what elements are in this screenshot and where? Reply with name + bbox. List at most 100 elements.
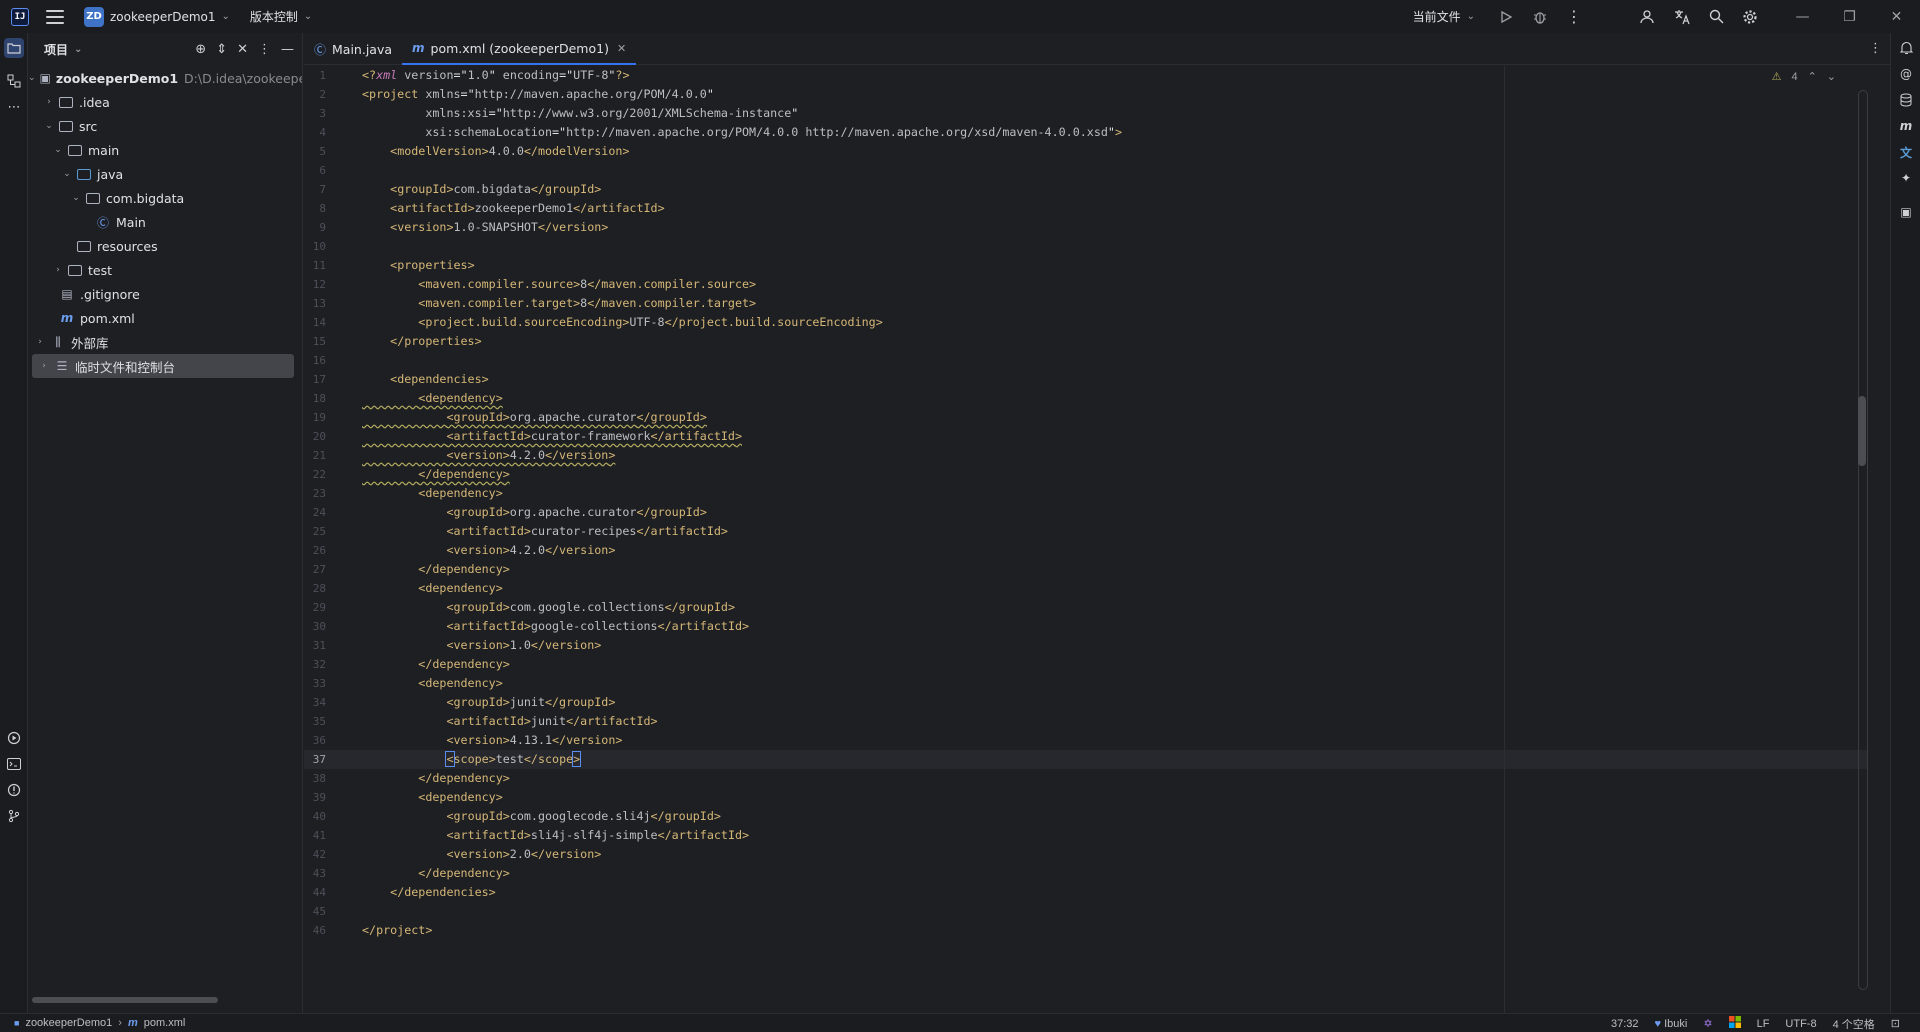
code-line[interactable]: </dependency> (362, 465, 510, 484)
project-switcher[interactable]: ZD zookeeperDemo1 ⌄ (84, 6, 230, 27)
line-number[interactable]: 15 (304, 332, 326, 351)
tree-item[interactable]: ⌄ main (28, 138, 302, 162)
line-number[interactable]: 16 (304, 351, 326, 370)
database-icon[interactable] (1897, 91, 1915, 109)
code-line[interactable]: <groupId>com.google.collections</groupId… (362, 598, 735, 617)
code-line[interactable]: <artifactId>google-collections</artifact… (362, 617, 749, 636)
line-number[interactable]: 46 (304, 921, 326, 940)
line-number[interactable]: 40 (304, 807, 326, 826)
line-number[interactable]: 34 (304, 693, 326, 712)
line-number[interactable]: 30 (304, 617, 326, 636)
line-number[interactable]: 43 (304, 864, 326, 883)
minimize-button[interactable]: — (1779, 0, 1826, 33)
git-icon[interactable] (4, 806, 24, 826)
line-number[interactable]: 22 (304, 465, 326, 484)
code-line[interactable]: <artifactId>curator-recipes</artifactId> (362, 522, 728, 541)
tab-main-java[interactable]: Ⓒ Main.java (304, 33, 402, 65)
line-number[interactable]: 45 (304, 902, 326, 921)
tree-item[interactable]: ▤ .gitignore (28, 282, 302, 306)
line-number[interactable]: 36 (304, 731, 326, 750)
expanded-chevron-icon[interactable]: ⌄ (43, 121, 55, 131)
code-line[interactable]: <version>1.0-SNAPSHOT</version> (362, 218, 608, 237)
tab-options-icon[interactable]: ⋮ (1869, 41, 1882, 56)
lock-icon[interactable]: ⊡ (1891, 1017, 1900, 1030)
code-line[interactable]: <maven.compiler.source>8</maven.compiler… (362, 275, 756, 294)
collapse-all-icon[interactable]: ✕ (237, 42, 248, 57)
line-number[interactable]: 37 (304, 750, 326, 769)
code-line[interactable]: <version>4.13.1</version> (362, 731, 622, 750)
tab-pom-xml[interactable]: m pom.xml (zookeeperDemo1) ✕ (402, 33, 637, 65)
project-view-icon[interactable] (4, 38, 24, 58)
code-line[interactable]: </dependency> (362, 560, 510, 579)
line-number[interactable]: 39 (304, 788, 326, 807)
ai-status-icon[interactable]: ✡ (1703, 1017, 1712, 1030)
collapsed-chevron-icon[interactable]: › (34, 337, 46, 347)
tree-item[interactable]: ⌄ java (28, 162, 302, 186)
close-tab-icon[interactable]: ✕ (617, 42, 626, 55)
collapsed-chevron-icon[interactable]: › (38, 361, 50, 371)
notifications-icon[interactable] (1897, 39, 1915, 57)
line-number[interactable]: 6 (304, 161, 326, 180)
account-icon[interactable] (1631, 0, 1665, 33)
code-line[interactable]: </properties> (362, 332, 482, 351)
collapsed-chevron-icon[interactable]: › (43, 97, 55, 107)
translation-panel-icon[interactable]: 文 (1897, 143, 1915, 161)
locate-icon[interactable]: ⊕ (195, 42, 206, 57)
breadcrumb-project[interactable]: zookeeperDemo1 (25, 1017, 112, 1029)
run-config-selector[interactable]: 当前文件 ⌄ (1413, 8, 1475, 25)
hide-panel-icon[interactable]: — (281, 42, 294, 57)
line-number[interactable]: 33 (304, 674, 326, 693)
line-number[interactable]: 8 (304, 199, 326, 218)
plugin-panel-icon[interactable]: ✦ (1897, 169, 1915, 187)
line-number[interactable]: 3 (304, 104, 326, 123)
tree-item[interactable]: ⌄▣ zookeeperDemo1 D:\D.idea\zookeeperDemo1 (28, 66, 302, 90)
code-line[interactable]: <dependency> (362, 484, 502, 503)
line-number[interactable]: 9 (304, 218, 326, 237)
line-number[interactable]: 35 (304, 712, 326, 731)
tree-item[interactable]: › .idea (28, 90, 302, 114)
maven-panel-icon[interactable]: m (1897, 117, 1915, 135)
windows-icon[interactable] (1728, 1016, 1741, 1031)
vertical-scrollbar[interactable] (1858, 396, 1866, 466)
tree-item[interactable]: ⌄ com.bigdata (28, 186, 302, 210)
tree-item[interactable]: › test (28, 258, 302, 282)
structure-icon[interactable] (4, 71, 24, 91)
line-number[interactable]: 1 (304, 66, 326, 85)
code-line[interactable]: </dependency> (362, 655, 510, 674)
code-line[interactable]: <artifactId>junit</artifactId> (362, 712, 657, 731)
code-line[interactable]: <artifactId>sli4j-slf4j-simple</artifact… (362, 826, 749, 845)
services-icon[interactable] (4, 728, 24, 748)
code-line[interactable]: <maven.compiler.target>8</maven.compiler… (362, 294, 756, 313)
code-line[interactable]: <dependency> (362, 389, 502, 408)
line-number[interactable]: 44 (304, 883, 326, 902)
code-line[interactable]: <groupId>com.bigdata</groupId> (362, 180, 601, 199)
line-number[interactable]: 2 (304, 85, 326, 104)
more-icon[interactable]: ⋮ (1557, 0, 1591, 33)
code-line[interactable]: <dependency> (362, 579, 502, 598)
tree-item[interactable]: resources (28, 234, 302, 258)
code-line[interactable]: <modelVersion>4.0.0</modelVersion> (362, 142, 629, 161)
translate-icon[interactable] (1665, 0, 1699, 33)
run-icon[interactable] (1489, 0, 1523, 33)
line-number[interactable]: 7 (304, 180, 326, 199)
code-line[interactable]: <dependencies> (362, 370, 489, 389)
word-book-icon[interactable]: ▣ (1897, 203, 1915, 221)
code-line[interactable]: <version>4.2.0</version> (362, 541, 615, 560)
line-number[interactable]: 20 (304, 427, 326, 446)
code-line[interactable]: <scope>test</scope> (362, 750, 582, 769)
code-line[interactable]: <dependency> (362, 788, 502, 807)
code-line[interactable]: <version>2.0</version> (362, 845, 601, 864)
settings-icon[interactable] (1733, 0, 1767, 33)
line-number[interactable]: 11 (304, 256, 326, 275)
line-number[interactable]: 23 (304, 484, 326, 503)
vcs-menu[interactable]: 版本控制 ⌄ (250, 8, 312, 25)
caret-position[interactable]: 37:32 (1611, 1018, 1639, 1030)
ai-assistant-icon[interactable]: @ (1897, 65, 1915, 83)
line-number[interactable]: 13 (304, 294, 326, 313)
file-encoding[interactable]: UTF-8 (1785, 1018, 1816, 1030)
code-line[interactable]: <groupId>org.apache.curator</groupId> (362, 503, 706, 522)
line-number[interactable]: 25 (304, 522, 326, 541)
code-line[interactable]: <artifactId>zookeeperDemo1</artifactId> (362, 199, 664, 218)
breadcrumb-file[interactable]: pom.xml (144, 1017, 186, 1029)
code-line[interactable]: <version>1.0</version> (362, 636, 601, 655)
